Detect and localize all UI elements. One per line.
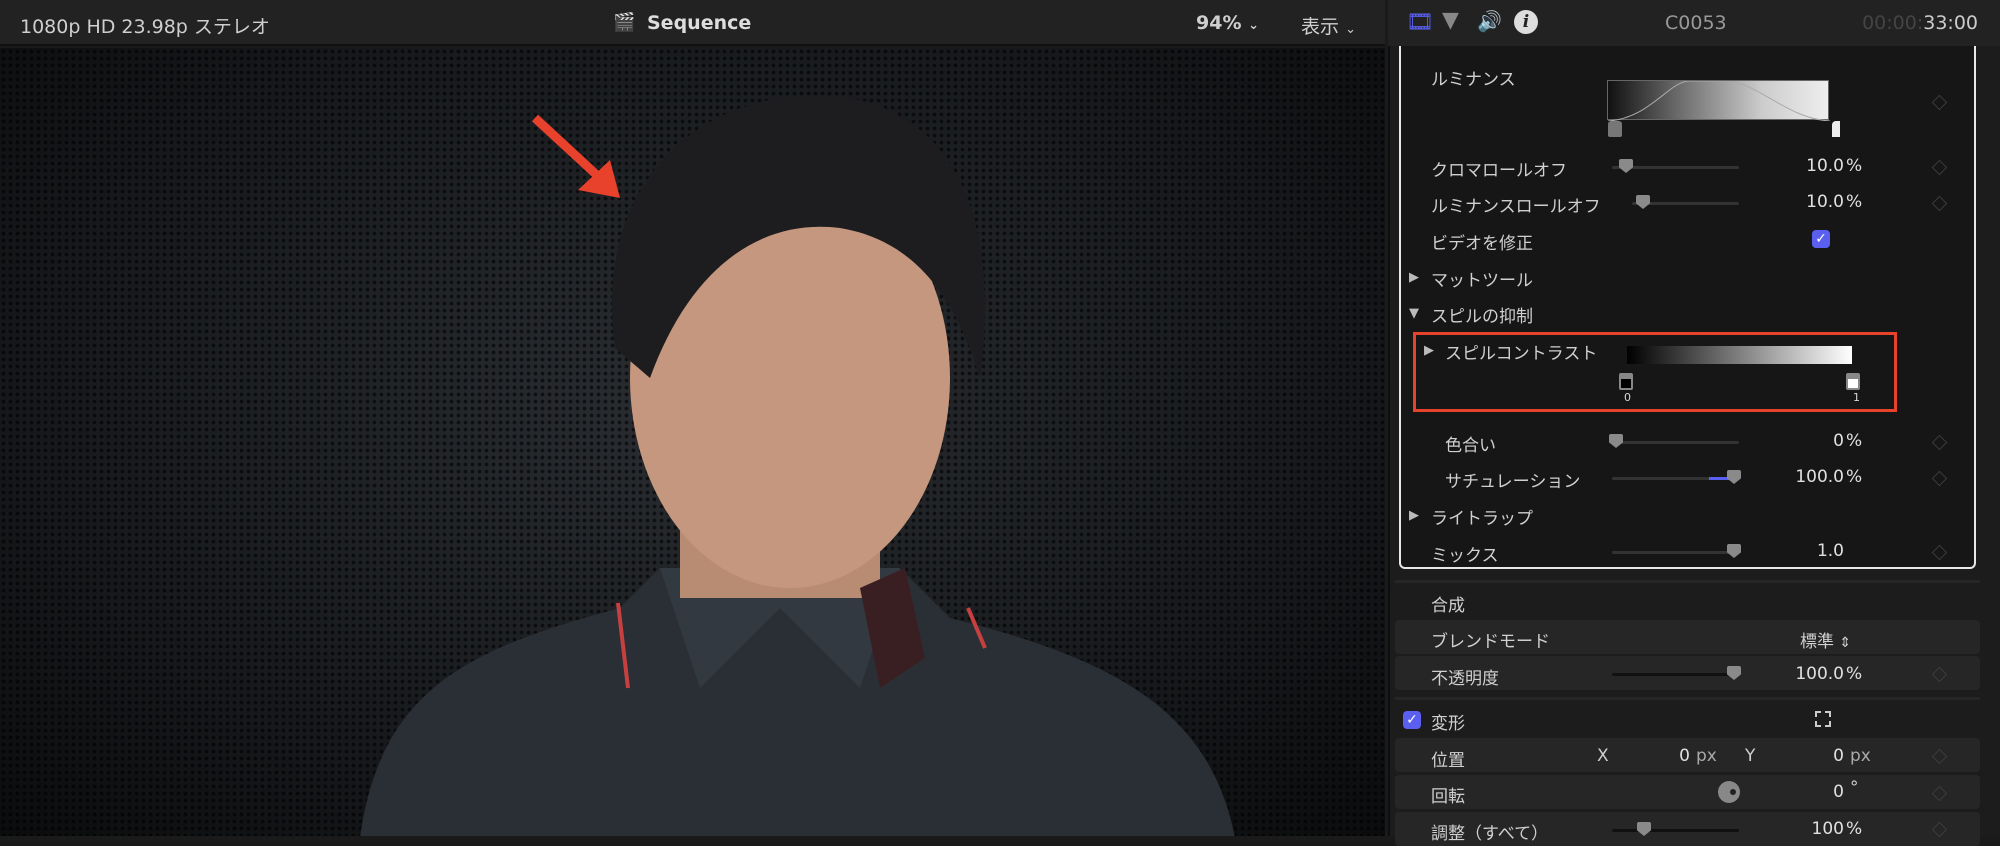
luma-rolloff-value[interactable]: 10.0 — [1740, 192, 1844, 212]
position-y-value[interactable]: 0 — [1790, 746, 1844, 766]
luminance-high-handle[interactable] — [1832, 121, 1840, 137]
rotation-value[interactable]: 0 — [1790, 782, 1844, 802]
unit-label: ° — [1850, 778, 1859, 798]
saturation-value[interactable]: 100.0 — [1740, 467, 1844, 487]
blend-mode-select[interactable]: 標準 ⇕ — [1800, 627, 1851, 652]
disclosure-triangle-right-icon[interactable]: ▶ — [1409, 508, 1419, 523]
x-label: X — [1597, 746, 1609, 766]
disclosure-triangle-down-icon[interactable]: ▼ — [1409, 306, 1419, 321]
clip-name: C0053 — [1665, 12, 1727, 34]
opacity-label: 不透明度 — [1431, 669, 1499, 689]
rotation-label: 回転 — [1431, 787, 1465, 807]
updown-chevron-icon: ⇕ — [1839, 635, 1852, 651]
position-label: 位置 — [1431, 751, 1465, 771]
sequence-title: Sequence — [647, 12, 752, 34]
luma-rolloff-label: ルミナンスロールオフ — [1431, 197, 1601, 217]
zoom-value: 94% — [1196, 12, 1242, 34]
spill-suppression-label[interactable]: スピルの抑制 — [1431, 302, 1533, 327]
viewer-toolbar: 1080p HD 23.98p ステレオ 🎬 Sequence 94% ⌄ 表示… — [0, 0, 1385, 46]
format-info: 1080p HD 23.98p ステレオ — [20, 16, 270, 38]
spill-contrast-black-handle[interactable] — [1619, 373, 1633, 390]
chevron-down-icon: ⌄ — [1248, 18, 1260, 33]
scale-value[interactable]: 100 — [1740, 819, 1844, 839]
rotation-row — [1395, 775, 1980, 809]
opacity-value[interactable]: 100.0 — [1740, 664, 1844, 684]
position-x-value[interactable]: 0 — [1640, 746, 1690, 766]
divider — [1395, 697, 1980, 700]
unit-label: % — [1846, 156, 1863, 176]
mix-value[interactable]: 1.0 — [1740, 541, 1844, 561]
unit-label: % — [1846, 192, 1863, 212]
video-inspector-tab-icon[interactable]: 🎞 — [1406, 10, 1434, 35]
transform-overlay-icon[interactable] — [1815, 711, 1831, 727]
tint-value[interactable]: 0 — [1740, 431, 1844, 451]
rotation-dial[interactable] — [1718, 781, 1740, 803]
blend-mode-value: 標準 — [1800, 632, 1834, 652]
timecode-dim: 00:00: — [1862, 12, 1924, 34]
luminance-label: ルミナンス — [1431, 70, 1516, 90]
spill-contrast-max: 1 — [1853, 391, 1860, 404]
spill-contrast-label[interactable]: スピルコントラスト — [1445, 339, 1597, 364]
zoom-menu[interactable]: 94% ⌄ — [1196, 12, 1259, 34]
blend-mode-label: ブレンドモード — [1431, 632, 1550, 652]
divider — [1395, 580, 1980, 583]
inspector-header: 🎞 ▼ 🔊 i C0053 00:00:33:00 — [1388, 0, 2000, 46]
chroma-rolloff-label: クロマロールオフ — [1431, 161, 1567, 181]
transform-checkbox[interactable]: ✓ — [1403, 711, 1421, 729]
y-label: Y — [1745, 746, 1756, 766]
red-arrow-annotation — [531, 114, 620, 198]
disclosure-triangle-right-icon[interactable]: ▶ — [1409, 270, 1419, 285]
info-inspector-tab-icon[interactable]: i — [1514, 10, 1538, 34]
light-wrap-label[interactable]: ライトラップ — [1431, 504, 1533, 529]
unit-label: px — [1850, 746, 1871, 766]
luminance-low-handle[interactable] — [1608, 121, 1622, 137]
luminance-curve[interactable] — [1607, 80, 1830, 121]
saturation-label: サチュレーション — [1445, 472, 1581, 492]
mix-label: ミックス — [1431, 546, 1499, 566]
chevron-down-icon: ⌄ — [1345, 22, 1356, 37]
disclosure-triangle-right-icon[interactable]: ▶ — [1424, 343, 1434, 358]
scale-slider[interactable] — [1612, 829, 1739, 832]
chroma-rolloff-value[interactable]: 10.0 — [1740, 156, 1844, 176]
spill-contrast-gradient — [1627, 346, 1852, 364]
color-inspector-tab-icon[interactable]: ▼ — [1442, 8, 1459, 33]
mix-slider[interactable] — [1612, 551, 1739, 554]
tint-slider[interactable] — [1612, 441, 1739, 444]
unit-label: px — [1696, 746, 1717, 766]
video-viewer[interactable] — [0, 48, 1385, 836]
scale-label: 調整（すべて） — [1431, 824, 1549, 844]
fix-video-checkbox[interactable]: ✓ — [1812, 230, 1830, 248]
compositing-title: 合成 — [1431, 596, 1465, 616]
view-menu[interactable]: 表示 ⌄ — [1301, 12, 1356, 39]
audio-inspector-tab-icon[interactable]: 🔊 — [1477, 9, 1502, 33]
unit-label: % — [1846, 431, 1863, 451]
spill-contrast-white-handle[interactable] — [1846, 373, 1860, 390]
matte-tools-label[interactable]: マットツール — [1431, 266, 1533, 291]
person-video-frame — [360, 95, 1235, 836]
spill-contrast-min: 0 — [1624, 391, 1631, 404]
timecode: 00:00:33:00 — [1862, 12, 1978, 34]
transform-title: 変形 — [1431, 714, 1465, 734]
tint-label: 色合い — [1445, 436, 1496, 456]
opacity-slider[interactable] — [1612, 673, 1739, 676]
unit-label: % — [1846, 664, 1863, 684]
timecode-value: 33:00 — [1923, 12, 1978, 34]
unit-label: % — [1846, 467, 1863, 487]
fix-video-label: ビデオを修正 — [1431, 234, 1533, 254]
view-label: 表示 — [1301, 16, 1340, 38]
clapper-icon: 🎬 — [613, 12, 636, 33]
unit-label: % — [1846, 819, 1863, 839]
